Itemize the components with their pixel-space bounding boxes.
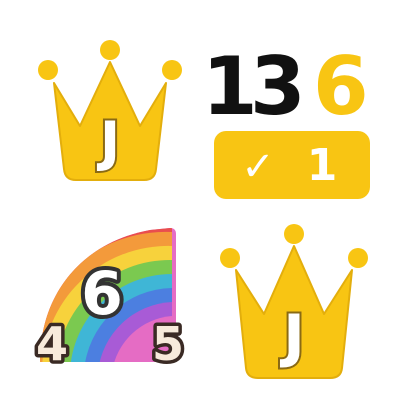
crown-sticker-bottom[interactable]: J bbox=[214, 222, 374, 382]
score-digit-3: 6 bbox=[313, 40, 369, 133]
rainbow-graphic: 6 4 5 bbox=[32, 228, 188, 375]
rainbow-digit-right: 5 bbox=[152, 317, 184, 371]
rainbow-digit-left: 4 bbox=[36, 317, 68, 371]
crown-sticker-top[interactable]: J bbox=[30, 36, 190, 186]
score-digit-2: 3 bbox=[250, 40, 306, 133]
rainbow-sticker[interactable]: 6 4 5 bbox=[22, 222, 202, 375]
score-sticker[interactable]: 1 3 6 ✓ 1 bbox=[200, 26, 380, 206]
crown-letter-bottom: J bbox=[279, 302, 305, 370]
crown-icon: J bbox=[220, 224, 368, 379]
score-graphic: 1 3 6 ✓ 1 bbox=[202, 40, 370, 199]
badge-count: 1 bbox=[307, 140, 338, 191]
crown-letter-top: J bbox=[96, 110, 120, 173]
check-icon: ✓ bbox=[241, 144, 275, 190]
sticker-sheet: J 1 3 6 ✓ 1 6 4 5 J bbox=[0, 0, 400, 400]
rainbow-digit-top: 6 bbox=[81, 259, 123, 329]
crown-icon: J bbox=[38, 40, 182, 181]
score-badge bbox=[214, 131, 370, 199]
